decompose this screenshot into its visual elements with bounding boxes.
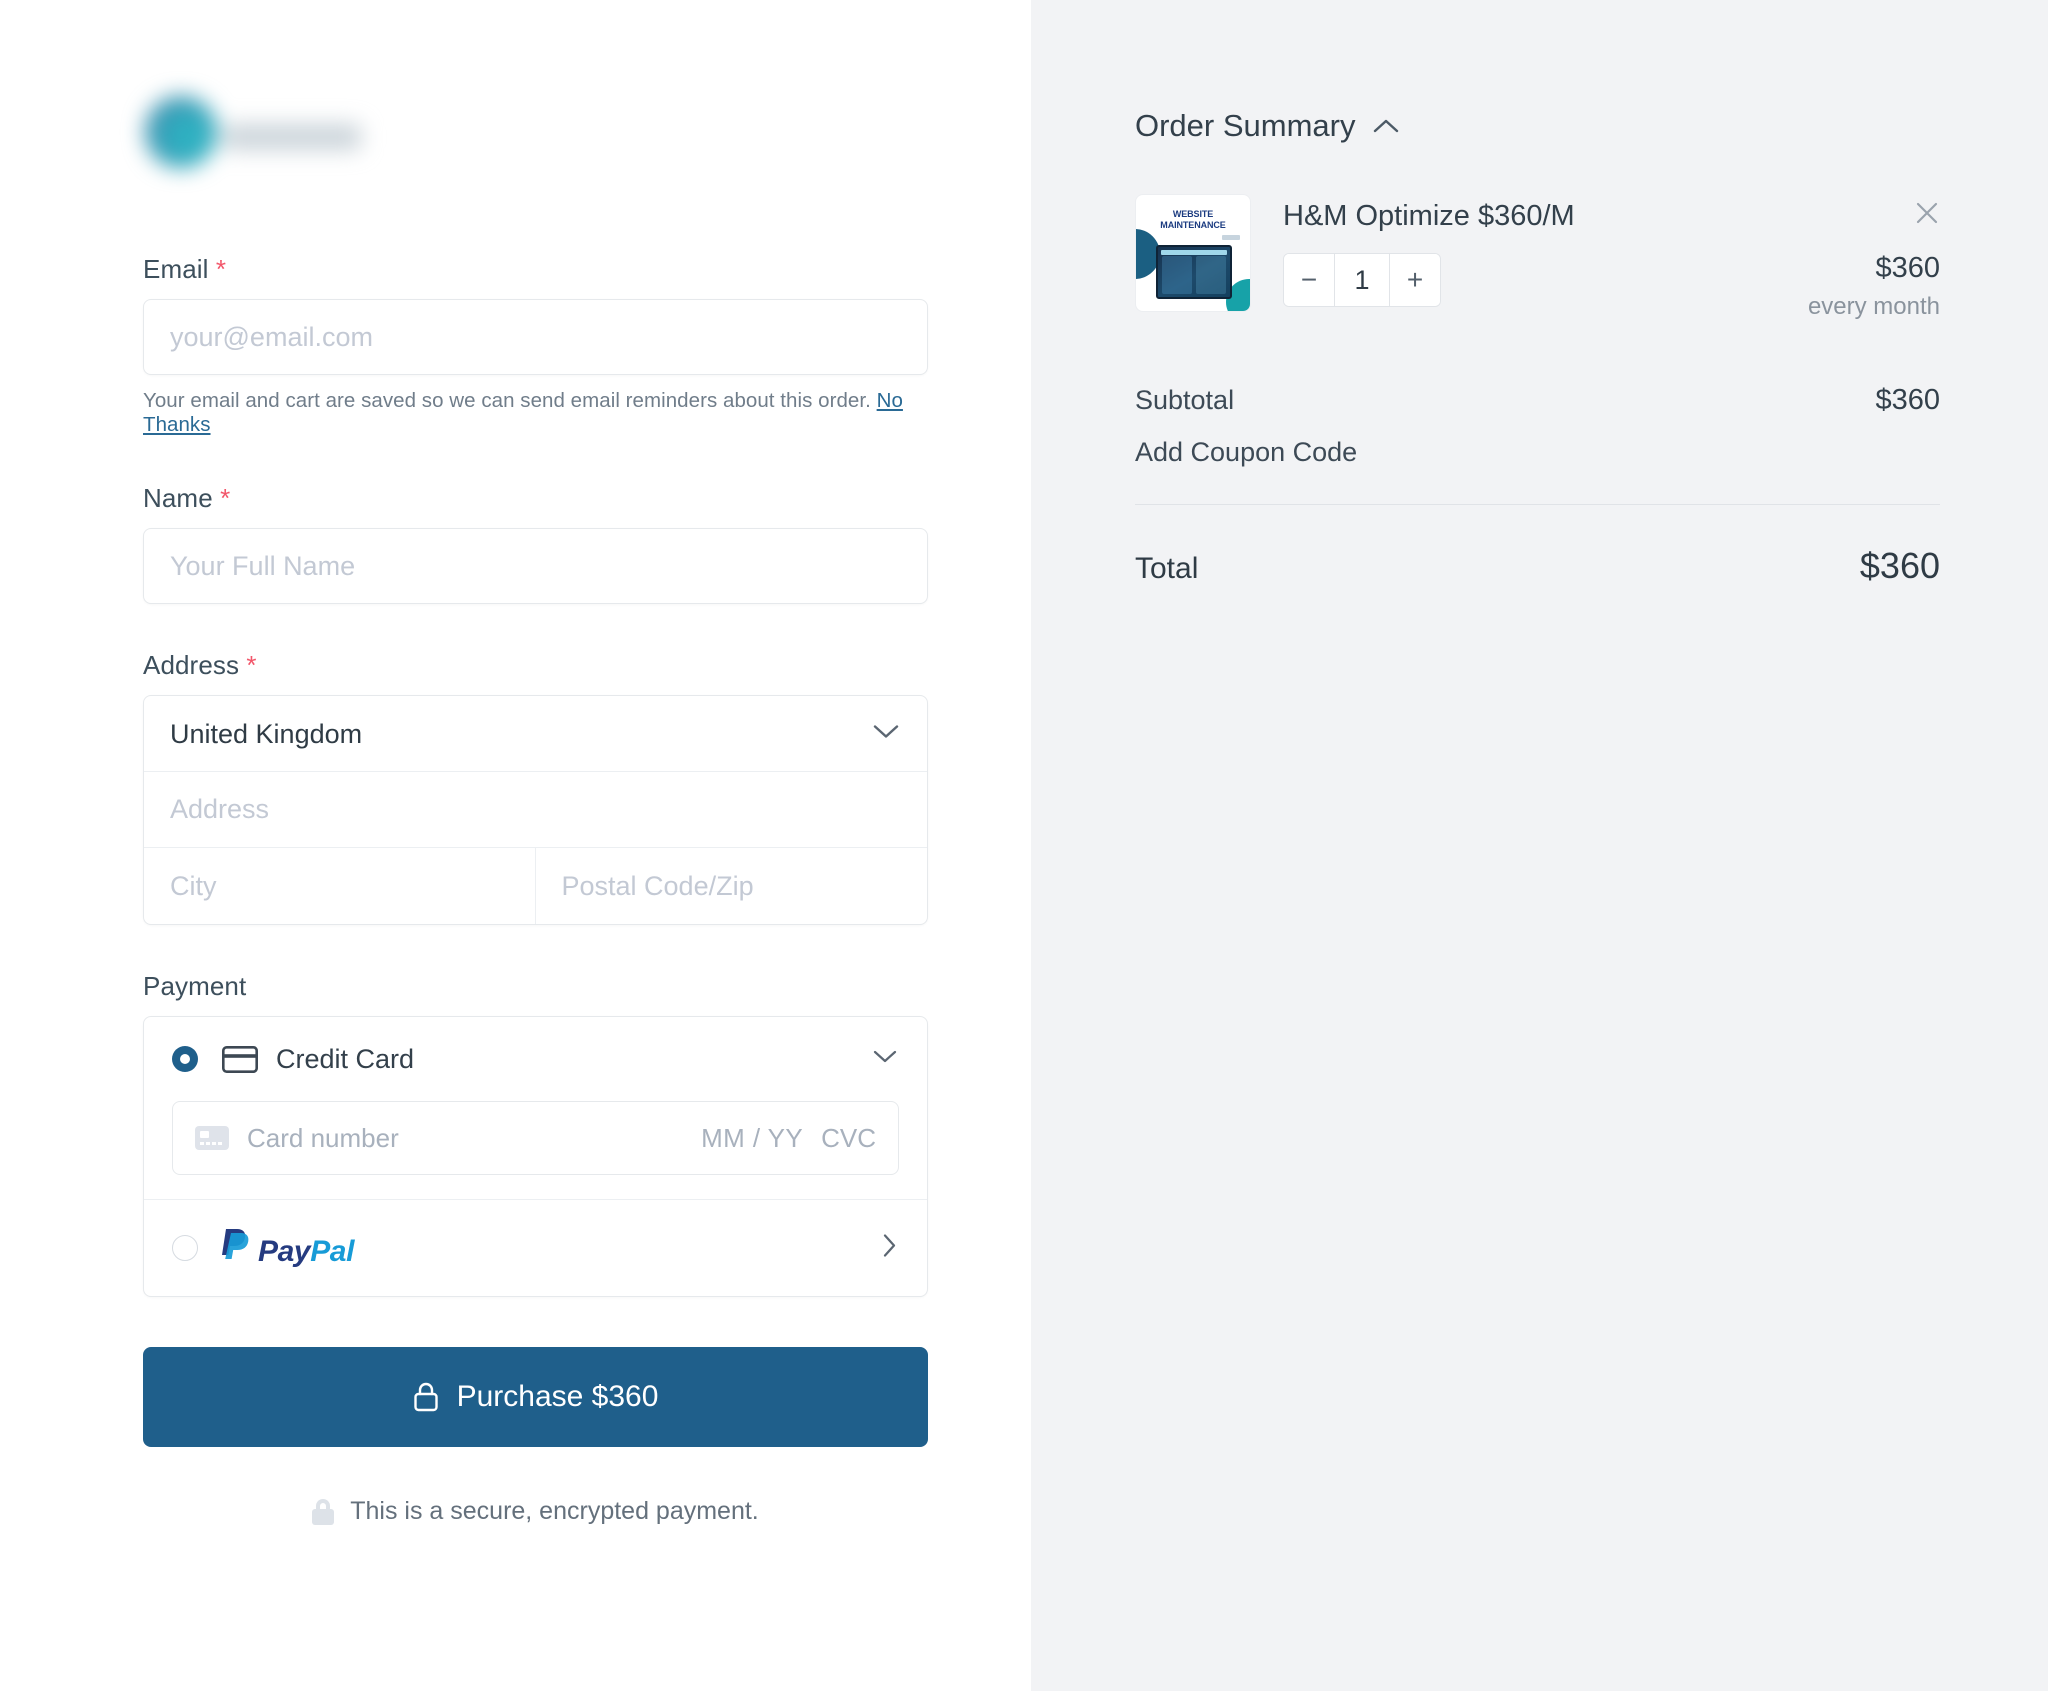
country-row: United Kingdom (144, 696, 927, 772)
credit-card-chevron-down-icon[interactable] (873, 1049, 897, 1069)
street-row (144, 772, 927, 848)
card-cvc-placeholder: CVC (821, 1122, 876, 1153)
card-expiry-placeholder: MM / YY (701, 1122, 804, 1153)
name-required-asterisk: * (220, 483, 231, 513)
address-fieldset: United Kingdom (143, 695, 928, 925)
brand-logo (143, 88, 928, 198)
total-label: Total (1135, 552, 1199, 585)
name-input[interactable] (143, 528, 928, 604)
street-address-input[interactable] (144, 772, 927, 847)
address-field-group: Address * United Kingdom (143, 650, 928, 925)
product-name: H&M Optimize $360/M (1283, 200, 1575, 232)
add-coupon-code-link[interactable]: Add Coupon Code (1135, 437, 1357, 468)
credit-card-radio[interactable] (172, 1046, 198, 1072)
thumb-title: WEBSITE MAINTENANCE (1136, 209, 1250, 232)
address-required-asterisk: * (246, 650, 257, 680)
payment-methods-box: Credit Card Card number MM / YY CVC Pay … (143, 1016, 928, 1297)
order-summary: Order Summary WEBSITE MAINTENANCE H&M Op… (1135, 0, 1940, 587)
order-summary-panel: Order Summary WEBSITE MAINTENANCE H&M Op… (1031, 0, 2048, 1691)
postal-code-input[interactable] (535, 848, 927, 924)
order-summary-header[interactable]: Order Summary (1135, 108, 1940, 144)
card-input-wrapper: Card number MM / YY CVC (144, 1101, 927, 1199)
line-item-price-col: $360 every month (1808, 252, 1940, 321)
line-item-price: $360 (1875, 252, 1940, 284)
payment-field-group: Payment Credit Card Card number MM / YY … (143, 971, 928, 1297)
subtotal-value: $360 (1875, 384, 1940, 416)
order-line-item: WEBSITE MAINTENANCE H&M Optimize $360/M … (1135, 194, 1940, 348)
paypal-radio[interactable] (172, 1235, 198, 1261)
subtotal-row: Subtotal $360 (1135, 384, 1940, 417)
remove-item-close-icon[interactable] (1914, 200, 1940, 226)
name-label: Name * (143, 483, 928, 514)
logo-mark-icon (145, 96, 217, 168)
purchase-button-label: Purchase $360 (456, 1380, 659, 1413)
quantity-stepper: − 1 + (1283, 253, 1441, 307)
lock-icon (413, 1382, 439, 1412)
thumb-title-line2: MAINTENANCE (1160, 220, 1226, 231)
email-required-asterisk: * (215, 254, 227, 284)
thumb-monitor-icon (1156, 245, 1232, 299)
email-label: Email * (143, 254, 928, 285)
checkout-form: Email * Your email and cart are saved so… (143, 0, 928, 1526)
country-select[interactable]: United Kingdom (144, 696, 927, 771)
email-field-group: Email * Your email and cart are saved so… (143, 254, 928, 437)
address-label-text: Address (143, 650, 240, 680)
quantity-decrement-button[interactable]: − (1284, 254, 1334, 306)
total-row: Total $360 (1135, 545, 1940, 587)
line-item-billing-cycle: every month (1807, 293, 1940, 320)
card-number-placeholder: Card number (247, 1122, 399, 1153)
chevron-up-icon[interactable] (1373, 118, 1399, 134)
quantity-value[interactable]: 1 (1334, 254, 1390, 306)
product-thumbnail: WEBSITE MAINTENANCE (1135, 194, 1251, 312)
quantity-increment-button[interactable]: + (1390, 254, 1440, 306)
email-help-text: Your email and cart are saved so we can … (143, 389, 871, 412)
summary-divider (1135, 504, 1940, 505)
secure-lock-icon (312, 1498, 335, 1525)
secure-payment-note: This is a secure, encrypted payment. (143, 1497, 928, 1526)
secure-payment-text: This is a secure, encrypted payment. (350, 1497, 759, 1525)
email-help-row: Your email and cart are saved so we can … (143, 389, 928, 437)
thumb-title-line1: WEBSITE (1172, 209, 1214, 219)
order-summary-title: Order Summary (1135, 108, 1356, 143)
checkout-page: Email * Your email and cart are saved so… (0, 0, 2048, 1691)
city-cell (144, 848, 550, 924)
checkout-form-panel: Email * Your email and cart are saved so… (0, 0, 1031, 1691)
paypal-text-pal: Pal (310, 1235, 355, 1268)
email-input[interactable] (143, 299, 928, 375)
postal-cell (535, 848, 927, 924)
paypal-text-pay: Pay (258, 1235, 311, 1268)
payment-method-paypal[interactable]: Pay Pal (144, 1200, 927, 1296)
subtotal-label: Subtotal (1135, 385, 1235, 415)
name-label-text: Name (143, 483, 213, 513)
credit-card-label: Credit Card (276, 1043, 415, 1074)
payment-label: Payment (143, 971, 247, 1001)
thumb-tag (1222, 235, 1240, 240)
payment-method-credit-card[interactable]: Credit Card (144, 1017, 927, 1101)
total-value: $360 (1859, 545, 1940, 586)
card-number-field[interactable]: Card number MM / YY CVC (172, 1101, 899, 1175)
card-placeholder-icon (195, 1126, 229, 1150)
logo-wordmark (223, 124, 361, 150)
city-input[interactable] (144, 848, 550, 924)
paypal-logo-icon: Pay Pal (220, 1227, 354, 1269)
city-postal-row (144, 848, 927, 924)
paypal-chevron-right-icon[interactable] (882, 1234, 897, 1263)
credit-card-icon (222, 1045, 258, 1073)
address-label: Address * (143, 650, 928, 681)
purchase-button[interactable]: Purchase $360 (143, 1347, 928, 1447)
email-label-text: Email (143, 254, 209, 284)
name-field-group: Name * (143, 483, 928, 604)
